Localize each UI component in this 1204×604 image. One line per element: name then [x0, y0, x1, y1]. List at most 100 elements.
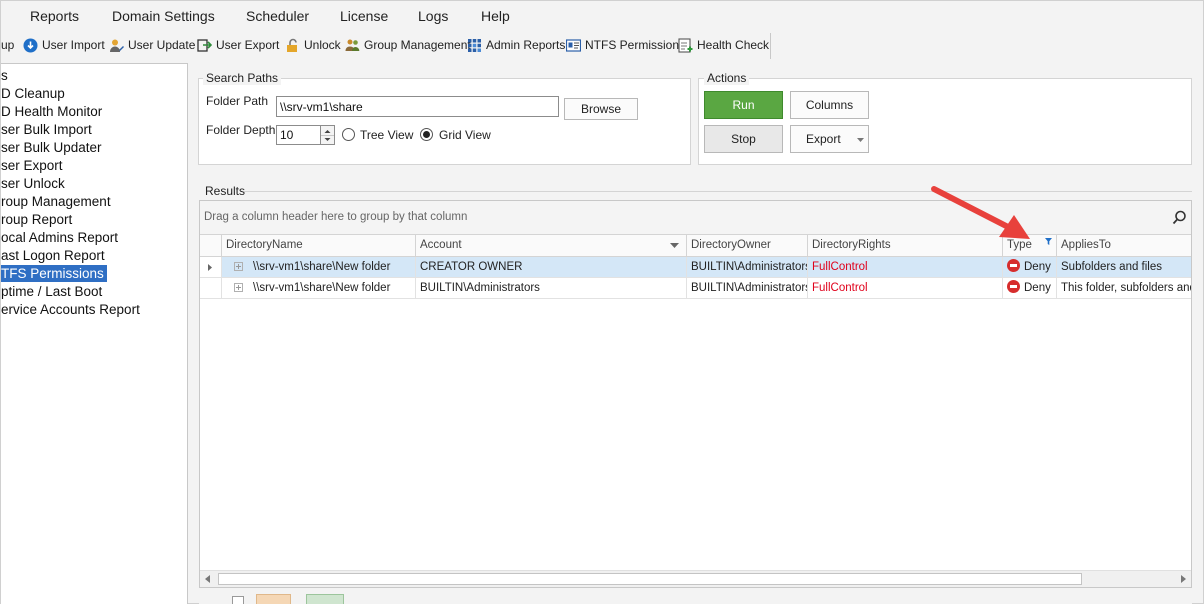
tree-view-radio[interactable]: [342, 128, 355, 141]
type-value: Deny: [1024, 261, 1051, 273]
search-paths-title: Search Paths: [203, 71, 282, 85]
menu-logs[interactable]: Logs: [418, 8, 448, 24]
cell-appliesto: This folder, subfolders and: [1057, 278, 1191, 299]
sidebar-item-service-accounts-report[interactable]: ervice Accounts Report: [1, 301, 140, 318]
cell-type: Deny: [1003, 278, 1057, 299]
filter-checkbox[interactable]: [232, 596, 244, 604]
sidebar-nav: s D Cleanup D Health Monitor ser Bulk Im…: [1, 63, 188, 604]
group-icon: [345, 38, 360, 53]
sidebar-item-group-report[interactable]: roup Report: [1, 211, 72, 228]
menu-scheduler[interactable]: Scheduler: [246, 8, 309, 24]
health-check-label: Health Check: [697, 38, 770, 52]
sidebar-item-group-management[interactable]: roup Management: [1, 193, 111, 210]
sidebar-item-user-export[interactable]: ser Export: [1, 157, 63, 174]
horizontal-scrollbar[interactable]: [200, 570, 1191, 587]
cell-appliesto: Subfolders and files: [1057, 257, 1191, 278]
id-card-icon: [565, 38, 582, 53]
browse-button[interactable]: Browse: [564, 98, 638, 120]
menu-domain-settings[interactable]: Domain Settings: [112, 8, 215, 24]
toolbar-partial-button[interactable]: up: [1, 36, 14, 54]
sidebar-item-ad-cleanup[interactable]: D Cleanup: [1, 85, 65, 102]
group-by-panel[interactable]: Drag a column header here to group by th…: [200, 201, 1191, 235]
user-import-button[interactable]: User Import: [23, 36, 105, 54]
toolbar: up User Import User Update User Export U…: [1, 32, 771, 58]
group-management-button[interactable]: Group Management: [345, 36, 471, 54]
ntfs-permissions-label: NTFS Permissions: [585, 38, 686, 52]
tree-view-label: Tree View: [360, 128, 414, 142]
grid-view-label: Grid View: [439, 128, 491, 142]
row-indicator: [200, 257, 222, 278]
unlock-label: Unlock: [304, 38, 341, 52]
group-management-label: Group Management: [364, 38, 471, 52]
deny-icon: [1007, 259, 1020, 272]
actions-title: Actions: [704, 71, 750, 85]
cell-directoryowner: BUILTIN\Administrators: [687, 257, 808, 278]
sort-descending-icon: [670, 243, 679, 248]
sidebar-item-ntfs-permissions[interactable]: TFS Permissions: [1, 265, 107, 282]
folder-path-input[interactable]: [276, 96, 559, 117]
sidebar-item-last-logon-report[interactable]: ast Logon Report: [1, 247, 105, 264]
column-header-directoryname[interactable]: DirectoryName: [222, 235, 416, 257]
cell-directoryrights: FullControl: [808, 257, 1003, 278]
admin-reports-button[interactable]: Admin Reports: [467, 36, 565, 54]
ntfs-permissions-button[interactable]: NTFS Permissions: [565, 36, 686, 54]
export-label: Export: [806, 132, 841, 146]
toolbar-separator: [770, 33, 771, 59]
search-paths-group: [198, 78, 691, 165]
stop-button[interactable]: Stop: [704, 125, 783, 153]
scrollbar-thumb[interactable]: [218, 573, 1082, 585]
grid-report-icon: [467, 38, 482, 53]
health-check-button[interactable]: Health Check: [678, 36, 769, 54]
download-icon: [23, 38, 38, 53]
user-update-button[interactable]: User Update: [109, 36, 195, 54]
scroll-left-arrow-icon[interactable]: [205, 575, 210, 583]
cell-directoryrights: FullControl: [808, 278, 1003, 299]
sidebar-item-user-bulk-import[interactable]: ser Bulk Import: [1, 121, 92, 138]
results-divider: [244, 191, 1192, 192]
unlock-button[interactable]: Unlock: [285, 36, 341, 54]
menu-help[interactable]: Help: [481, 8, 510, 24]
sidebar-item-local-admins-report[interactable]: ocal Admins Report: [1, 229, 118, 246]
filter-tag-orange: [256, 594, 291, 604]
row-indicator: [200, 278, 222, 299]
user-export-button[interactable]: User Export: [197, 36, 279, 54]
folder-depth-input[interactable]: [276, 125, 321, 145]
user-edit-icon: [109, 38, 124, 53]
directoryname-value: \\srv-vm1\share\New folder: [253, 261, 391, 273]
sidebar-item-ad-health-monitor[interactable]: D Health Monitor: [1, 103, 102, 120]
toolbar-partial-label: up: [1, 38, 15, 52]
cell-account: BUILTIN\Administrators: [416, 278, 687, 299]
results-grid: Drag a column header here to group by th…: [199, 200, 1192, 588]
sidebar-item-uptime-last-boot[interactable]: ptime / Last Boot: [1, 283, 102, 300]
menu-reports[interactable]: Reports: [30, 8, 79, 24]
run-button[interactable]: Run: [704, 91, 783, 119]
unlock-icon: [285, 38, 300, 53]
search-icon[interactable]: [1172, 210, 1187, 225]
column-header-directoryowner[interactable]: DirectoryOwner: [687, 235, 808, 257]
folder-depth-stepper[interactable]: [321, 125, 335, 145]
sidebar-item-user-bulk-updater[interactable]: ser Bulk Updater: [1, 139, 102, 156]
row-indicator-header: [200, 235, 222, 257]
sidebar-item[interactable]: s: [1, 67, 8, 84]
export-dropdown-button[interactable]: Export: [790, 125, 869, 153]
user-update-label: User Update: [128, 38, 196, 52]
sidebar-item-user-unlock[interactable]: ser Unlock: [1, 175, 65, 192]
grid-view-radio[interactable]: [420, 128, 433, 141]
cell-directoryname: \\srv-vm1\share\New folder: [222, 278, 416, 299]
column-header-account[interactable]: Account: [416, 235, 687, 257]
admin-reports-label: Admin Reports: [486, 38, 566, 52]
columns-button[interactable]: Columns: [790, 91, 869, 119]
menu-license[interactable]: License: [340, 8, 388, 24]
column-header-appliesto[interactable]: AppliesTo: [1057, 235, 1191, 257]
stepper-arrows-icon: [321, 130, 334, 141]
expand-icon[interactable]: [234, 262, 243, 271]
folder-depth-label: Folder Depth: [206, 123, 276, 137]
cell-directoryname: \\srv-vm1\share\New folder: [222, 257, 416, 278]
user-export-label: User Export: [216, 38, 280, 52]
health-check-icon: [678, 37, 693, 53]
dropdown-arrow-icon: [857, 138, 864, 142]
current-row-arrow-icon: [208, 264, 212, 271]
filter-icon[interactable]: [1045, 238, 1052, 245]
expand-icon[interactable]: [234, 283, 243, 292]
scroll-right-arrow-icon[interactable]: [1181, 575, 1186, 583]
